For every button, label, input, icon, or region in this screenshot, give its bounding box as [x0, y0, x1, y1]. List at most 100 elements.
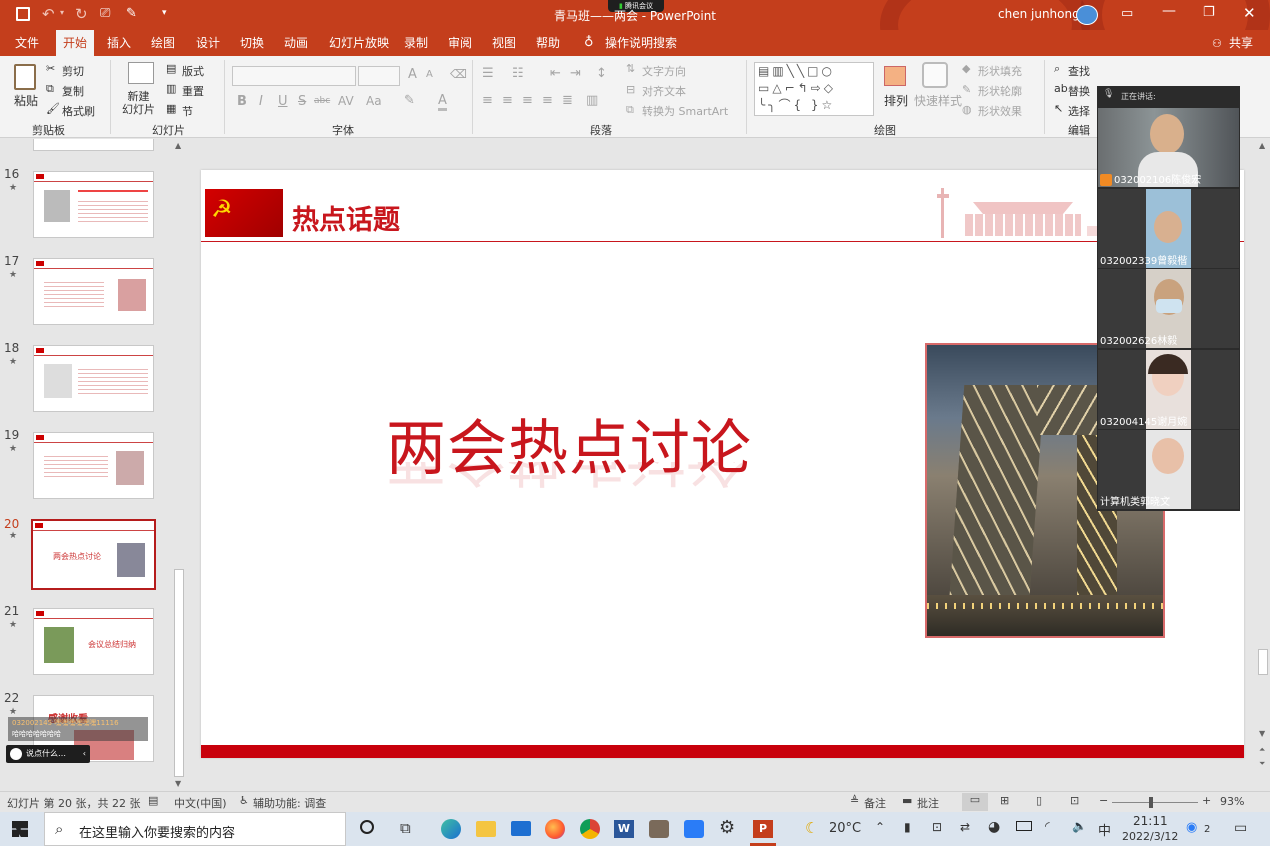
restore-icon[interactable]: ❐	[1203, 5, 1215, 20]
comments-button[interactable]: 批注	[917, 795, 939, 811]
slide-sorter-icon[interactable]: ⊞	[1000, 794, 1009, 807]
text-direction-button[interactable]: 文字方向	[642, 63, 686, 79]
italic-button[interactable]: I	[259, 94, 263, 109]
slide-scrollbar[interactable]: ▲ ▼ ⏶ ⏷	[1256, 139, 1270, 791]
user-name[interactable]: chen junhong	[998, 7, 1080, 21]
distribute-icon[interactable]: ≣	[562, 93, 573, 108]
battery-icon[interactable]	[1016, 821, 1032, 831]
slide-header-title[interactable]: 热点话题	[292, 198, 400, 237]
taskbar-search-box[interactable]: ⌕ 在这里输入你要搜索的内容	[44, 812, 346, 846]
scroll-up-icon[interactable]: ▲	[175, 141, 181, 150]
reading-view-icon[interactable]: ▯	[1036, 794, 1042, 807]
meeting-video-panel[interactable]: 🎙 正在讲话: 032002106陈俊宏 032002339曾毅楷 032002…	[1097, 86, 1240, 511]
shadow-button[interactable]: abc	[314, 96, 330, 106]
reset-button[interactable]: 重置	[182, 83, 204, 99]
collapse-chevron-icon[interactable]: ‹	[83, 745, 86, 763]
char-spacing-button[interactable]: AV	[338, 94, 354, 108]
slideshow-view-icon[interactable]: ⊡	[1070, 794, 1079, 807]
strikethrough-button[interactable]: S	[298, 94, 306, 109]
columns-icon[interactable]: ▥	[586, 93, 598, 108]
thumbnail-image-selected[interactable]: 两会热点讨论	[31, 519, 156, 590]
mail-icon[interactable]	[511, 821, 531, 836]
numbering-icon[interactable]: ☷	[512, 66, 524, 81]
zoom-in-button[interactable]: +	[1202, 794, 1211, 807]
wifi-icon[interactable]: ◜	[1045, 819, 1050, 833]
tab-file[interactable]: 文件	[8, 30, 46, 56]
clear-format-icon[interactable]: ⌫	[450, 67, 467, 81]
change-case-button[interactable]: Aa	[366, 94, 382, 108]
volume-icon[interactable]: 🔈	[1072, 819, 1087, 833]
slide-canvas[interactable]: ☭ 热点话题 两会热点讨论 两会热点讨论	[201, 170, 1244, 758]
align-right-icon[interactable]: ≡	[522, 93, 533, 108]
format-painter-button[interactable]: 格式刷	[62, 103, 95, 119]
quick-styles-icon[interactable]	[922, 62, 948, 88]
arrange-button[interactable]: 排列	[884, 92, 908, 109]
scroll-down-icon[interactable]: ▼	[1259, 729, 1265, 738]
arrange-icon[interactable]	[884, 66, 906, 86]
clock-time[interactable]: 21:11	[1133, 814, 1168, 828]
tab-slideshow[interactable]: 幻灯片放映	[322, 30, 396, 56]
share-button[interactable]: 共享	[1222, 30, 1260, 56]
shrink-font-button[interactable]: A	[426, 69, 433, 80]
share-icon[interactable]: ⚇	[1212, 37, 1222, 50]
increase-indent-icon[interactable]: ⇥	[570, 66, 581, 81]
sync-icon[interactable]: ⇄	[960, 820, 970, 834]
screenshot-icon[interactable]: ⊡	[932, 820, 942, 834]
tell-me-search[interactable]: 操作说明搜索	[598, 30, 684, 56]
cortana-icon[interactable]	[360, 820, 374, 834]
grow-font-button[interactable]: A	[408, 67, 417, 82]
tab-draw[interactable]: 绘图	[144, 30, 182, 56]
quick-styles-button[interactable]: 快速样式	[914, 92, 962, 109]
bold-button[interactable]: B	[237, 94, 247, 109]
tab-insert[interactable]: 插入	[100, 30, 138, 56]
scroll-down-icon[interactable]: ▼	[175, 779, 181, 788]
scroll-thumb[interactable]	[1258, 649, 1268, 675]
prev-slide-icon[interactable]: ⏶	[1259, 745, 1265, 755]
powerpoint-icon[interactable]: P	[753, 820, 773, 838]
find-button[interactable]: 查找	[1068, 63, 1090, 79]
accessibility-status[interactable]: 辅助功能: 调查	[253, 795, 326, 811]
weather-temp[interactable]: 20°C	[829, 821, 861, 836]
avatar[interactable]	[1076, 5, 1098, 25]
emoji-icon[interactable]	[10, 748, 22, 760]
paste-icon[interactable]	[14, 64, 36, 90]
qq-icon[interactable]: ◕	[988, 819, 1000, 835]
copy-button[interactable]: 复制	[62, 83, 84, 99]
thumbnail-image[interactable]	[33, 258, 154, 325]
participant-tile[interactable]: 032002626林毅	[1098, 269, 1239, 348]
layout-button[interactable]: 版式	[182, 63, 204, 79]
cut-button[interactable]: 剪切	[62, 63, 84, 79]
screen-share-icon[interactable]: ◉	[1186, 820, 1197, 835]
microphone-icon[interactable]: ▮	[904, 820, 911, 834]
font-color-icon[interactable]: A	[438, 93, 447, 111]
tab-animations[interactable]: 动画	[277, 30, 315, 56]
tab-home[interactable]: 开始	[56, 30, 95, 56]
new-slide-icon[interactable]	[128, 62, 154, 84]
participant-tile[interactable]: ⌄ 计算机类郭晓文	[1098, 430, 1239, 509]
align-center-icon[interactable]: ≡	[502, 93, 513, 108]
align-text-button[interactable]: 对齐文本	[642, 83, 686, 99]
participant-tile[interactable]: 032002339曾毅楷	[1098, 189, 1239, 268]
thumbnail-image[interactable]	[33, 171, 154, 238]
select-button[interactable]: 选择	[1068, 103, 1090, 119]
windows-start-icon[interactable]	[12, 821, 28, 837]
tencent-meeting-icon[interactable]	[684, 820, 704, 838]
zoom-out-button[interactable]: −	[1099, 794, 1108, 807]
replace-button[interactable]: 替换	[1068, 83, 1090, 99]
edge-icon[interactable]	[441, 819, 461, 839]
thumbnail-image[interactable]: 会议总结归纳	[33, 608, 154, 675]
tab-record[interactable]: 录制	[397, 30, 435, 56]
bullets-icon[interactable]: ☰	[482, 66, 494, 81]
photos-icon[interactable]	[649, 820, 669, 838]
tab-view[interactable]: 视图	[485, 30, 523, 56]
underline-button[interactable]: U	[278, 94, 288, 109]
tab-design[interactable]: 设计	[189, 30, 227, 56]
font-size-select[interactable]	[358, 66, 400, 86]
font-name-select[interactable]	[232, 66, 356, 86]
zoom-level[interactable]: 93%	[1220, 795, 1244, 808]
notification-center-icon[interactable]: ▭	[1234, 820, 1247, 836]
shape-outline-button[interactable]: 形状轮廓	[978, 83, 1022, 99]
word-icon[interactable]: W	[614, 820, 634, 838]
highlight-icon[interactable]: ✎	[404, 93, 415, 108]
participant-tile[interactable]: 032002106陈俊宏	[1098, 108, 1239, 187]
